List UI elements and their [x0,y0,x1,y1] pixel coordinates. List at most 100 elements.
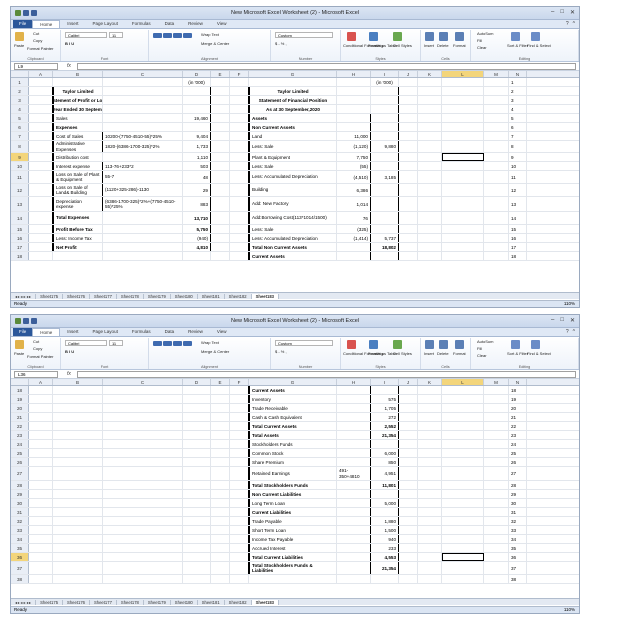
cell-l12[interactable] [442,184,484,196]
cell-h1[interactable] [337,78,371,86]
cell-k25[interactable] [418,449,442,457]
cell-b13[interactable]: Depreciation expense [53,197,103,211]
cell-d18[interactable] [183,386,211,394]
cell-d15[interactable]: 5,750 [183,225,211,233]
cell-g18[interactable]: Current Assets [249,252,337,260]
cell-c6[interactable] [103,123,183,131]
cell-f2[interactable] [230,87,249,95]
cell-k8[interactable] [418,141,442,152]
cell-e2[interactable] [211,87,230,95]
cell-styles-button[interactable]: Cell Styles [393,43,412,48]
cell-h35[interactable] [337,544,371,552]
cell-l33[interactable] [442,526,484,534]
cell-m9[interactable] [484,153,509,161]
column-header-g[interactable]: G [249,379,337,385]
cell-k18[interactable] [418,386,442,394]
cell-h34[interactable] [337,535,371,543]
cell-d21[interactable] [183,413,211,421]
cell-a17[interactable] [29,243,53,251]
cell-g30[interactable]: Long Term Loan [249,499,337,507]
cell-i14[interactable] [371,212,399,224]
cell-k11[interactable] [418,171,442,183]
cell-g32[interactable]: Trade Payable [249,517,337,525]
cell-j37[interactable] [399,562,418,574]
clear-button[interactable]: Clear [477,353,487,358]
close-button[interactable]: ✕ [570,9,575,16]
number-format-select[interactable]: Custom [275,340,333,346]
cell-c8[interactable]: 1820-(6386-1700-325)*2% [103,141,183,152]
column-header-d[interactable]: D [183,379,211,385]
cell-f34[interactable] [230,535,249,543]
cell-a9[interactable] [29,153,53,161]
cell-f15[interactable] [230,225,249,233]
cell-g7[interactable]: Land [249,132,337,140]
cell-n24[interactable]: 24 [509,440,527,448]
cell-n30[interactable]: 30 [509,499,527,507]
font-size-select[interactable]: 11 [109,32,123,38]
cell-b32[interactable] [53,517,103,525]
cell-n11[interactable]: 11 [509,171,527,183]
cell-l16[interactable] [442,234,484,242]
cell-i23[interactable]: 21,354 [371,431,399,439]
cell-i16[interactable]: 5,737 [371,234,399,242]
row-header[interactable]: 22 [11,422,29,430]
sheet-tab[interactable]: Sheet181 [198,599,225,605]
cell-h30[interactable] [337,499,371,507]
column-header-d[interactable]: D [183,71,211,77]
cell-a3[interactable] [29,96,53,104]
cell-e22[interactable] [211,422,230,430]
column-header-g[interactable]: G [249,71,337,77]
cell-c5[interactable] [103,114,183,122]
cell-g11[interactable]: Less: Accumulated Depreciation [249,171,337,183]
sheet-tab[interactable]: Sheet177 [90,293,117,299]
cell-k1[interactable] [418,78,442,86]
cell-l5[interactable] [442,114,484,122]
row-header[interactable]: 24 [11,440,29,448]
row-header[interactable]: 26 [11,458,29,466]
row-header[interactable]: 3 [11,96,29,104]
cell-g15[interactable]: Less: Sale [249,225,337,233]
delete-cells-icon[interactable] [439,32,448,41]
cell-k33[interactable] [418,526,442,534]
column-header-n[interactable]: N [509,71,527,77]
name-box[interactable]: L36 [14,371,58,378]
cell-n31[interactable]: 31 [509,508,527,516]
cell-n34[interactable]: 34 [509,535,527,543]
sort-filter-button[interactable]: Sort & Filter [507,351,528,356]
cell-f33[interactable] [230,526,249,534]
close-button[interactable]: ✕ [570,317,575,324]
cell-a26[interactable] [29,458,53,466]
cell-k28[interactable] [418,481,442,489]
column-header-i[interactable]: I [371,379,399,385]
cell-e16[interactable] [211,234,230,242]
insert-cells-icon[interactable] [425,32,434,41]
cell-a37[interactable] [29,562,53,574]
cell-f3[interactable] [230,96,249,104]
row-header[interactable]: 31 [11,508,29,516]
formula-input[interactable] [77,63,576,70]
tab-data[interactable]: Data [158,20,182,28]
cell-g31[interactable]: Current Liabilities [249,508,337,516]
row-header[interactable]: 23 [11,431,29,439]
cell-l14[interactable] [442,212,484,224]
cell-styles-icon[interactable] [393,340,402,349]
cell-l18[interactable] [442,386,484,394]
sheet-tab[interactable]: Sheet183 [251,599,279,605]
cell-a22[interactable] [29,422,53,430]
cell-e32[interactable] [211,517,230,525]
cell-a13[interactable] [29,197,53,211]
cell-n3[interactable]: 3 [509,96,527,104]
cell-b1[interactable] [53,78,103,86]
cell-b30[interactable] [53,499,103,507]
cell-i26[interactable]: 850 [371,458,399,466]
cell-m8[interactable] [484,141,509,152]
cell-d2[interactable] [183,87,211,95]
sheet-tab[interactable]: Sheet178 [117,293,144,299]
column-header-f[interactable]: F [230,71,249,77]
cell-f13[interactable] [230,197,249,211]
cell-n33[interactable]: 33 [509,526,527,534]
cell-i34[interactable]: 940 [371,535,399,543]
cell-b8[interactable]: Administrative Expenses [53,141,103,152]
cell-n27[interactable]: 27 [509,467,527,480]
cell-d32[interactable] [183,517,211,525]
